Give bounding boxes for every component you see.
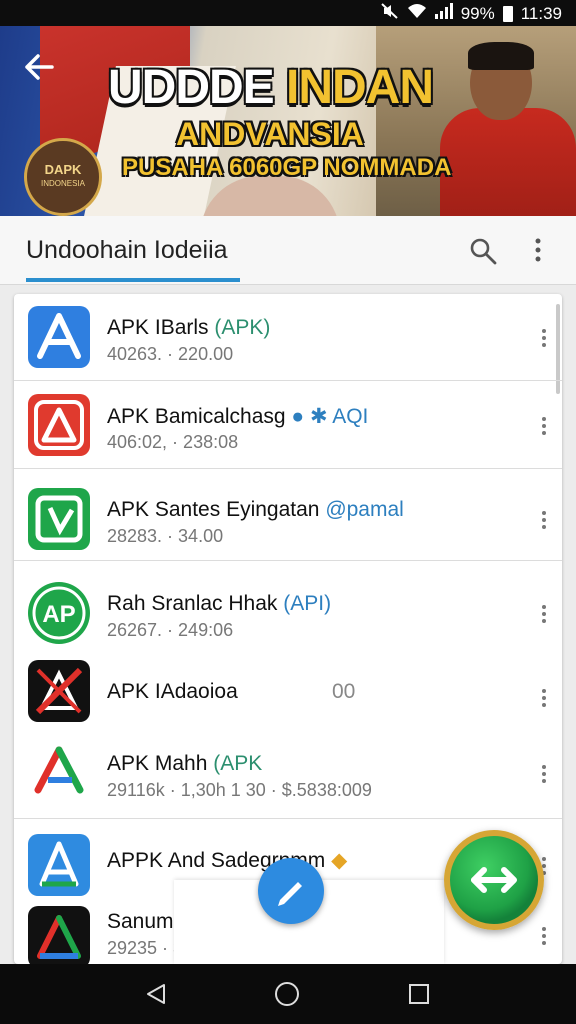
banner-subtitle: ANDVANSIA bbox=[176, 116, 364, 152]
list-item[interactable]: APK Mahh (APK 29116k · 1,30h 1 30 · $.58… bbox=[14, 732, 562, 819]
app-name: APK IBarls (APK) bbox=[107, 316, 271, 339]
active-tab-indicator bbox=[26, 278, 240, 282]
navigation-bar bbox=[0, 964, 576, 1024]
home-nav-icon[interactable] bbox=[274, 981, 300, 1012]
list-item[interactable]: APK IBarls (APK) 40263. · 220.00 bbox=[14, 294, 562, 381]
app-name: Rah Sranlac Hhak (API) bbox=[107, 592, 332, 615]
more-options-icon[interactable] bbox=[538, 762, 550, 786]
app-triangle-icon bbox=[28, 740, 90, 802]
app-d-icon bbox=[28, 488, 90, 550]
more-options-icon[interactable] bbox=[538, 414, 550, 438]
more-options-icon[interactable] bbox=[538, 686, 550, 710]
list-item[interactable]: APK Santes Eyingatan @pamal 28283. · 34.… bbox=[14, 474, 562, 561]
app-a-icon bbox=[28, 834, 90, 896]
app-meta: 28283. · 34.00 bbox=[107, 526, 224, 546]
more-options-icon[interactable] bbox=[538, 326, 550, 350]
more-options-icon[interactable] bbox=[528, 236, 548, 266]
app-name: APK Bamicalchasg ● ✱ AQI bbox=[107, 405, 369, 428]
app-meta: 29116k · 1,30h 1 30 · $.5838:009 bbox=[107, 780, 372, 800]
app-name: APK Santes Eyingatan @pamal bbox=[107, 498, 404, 521]
back-nav-icon[interactable] bbox=[144, 982, 168, 1011]
mute-icon bbox=[381, 3, 399, 24]
status-bar: 99% 11:39 bbox=[0, 0, 576, 26]
battery-icon bbox=[502, 5, 513, 22]
app-blocked-icon bbox=[28, 660, 90, 722]
back-arrow-icon[interactable] bbox=[24, 54, 54, 86]
signal-icon bbox=[434, 3, 453, 24]
app-name: APK IAdaoioa bbox=[107, 680, 238, 703]
banner-title: UDDDE INDAN bbox=[108, 61, 434, 114]
recents-nav-icon[interactable] bbox=[408, 983, 430, 1010]
banner-person bbox=[440, 42, 576, 216]
wifi-icon bbox=[407, 3, 427, 24]
app-meta: 406:02, · 238:08 bbox=[107, 432, 239, 452]
search-icon[interactable] bbox=[468, 236, 498, 266]
app-triangle-icon bbox=[28, 906, 90, 964]
clock: 11:39 bbox=[520, 3, 562, 23]
app-meta: 40263. · 220.00 bbox=[107, 344, 234, 364]
hero-banner: DAPK INDONESIA UDDDE INDAN ANDVANSIA PUS… bbox=[0, 26, 576, 216]
more-options-icon[interactable] bbox=[538, 602, 550, 626]
battery-percent: 99% bbox=[460, 3, 495, 23]
edit-fab-button[interactable] bbox=[258, 858, 324, 924]
app-ap-icon: AP bbox=[28, 582, 90, 644]
more-options-icon[interactable] bbox=[538, 508, 550, 532]
list-item[interactable]: APK Bamicalchasg ● ✱ AQI 406:02, · 238:0… bbox=[14, 382, 562, 469]
list-item[interactable]: AP Rah Sranlac Hhak (API) 26267. · 249:0… bbox=[14, 568, 562, 654]
app-badge: 00 bbox=[332, 680, 356, 703]
app-meta: 26267. · 249:06 bbox=[107, 620, 234, 640]
list-item[interactable]: APK IAdaoioa 00 bbox=[14, 650, 562, 736]
app-a-icon bbox=[28, 306, 90, 368]
banner-crowd bbox=[200, 176, 340, 216]
go-fab-button[interactable] bbox=[444, 830, 544, 930]
banner-tagline: PUSAHA 6060GP NOMMADA bbox=[122, 154, 452, 181]
app-a-icon bbox=[28, 394, 90, 456]
more-options-icon[interactable] bbox=[538, 924, 550, 948]
banner-logo: DAPK INDONESIA bbox=[24, 138, 102, 216]
title-bar: Undoohain Iodeiia bbox=[0, 216, 576, 285]
svg-text:AP: AP bbox=[42, 601, 75, 628]
app-name: APK Mahh (APK bbox=[107, 752, 263, 775]
page-title: Undoohain Iodeiia bbox=[26, 236, 228, 264]
